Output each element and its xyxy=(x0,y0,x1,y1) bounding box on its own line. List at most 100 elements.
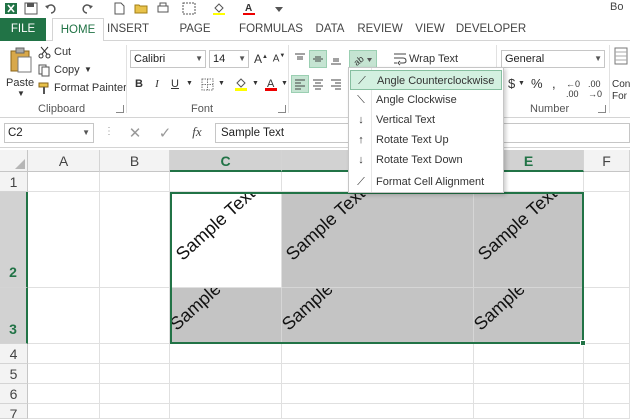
underline-dropdown-icon[interactable]: ▼ xyxy=(186,80,193,87)
cell[interactable] xyxy=(100,404,170,419)
tab-page-layout[interactable]: PAGE LAYOUT xyxy=(156,18,234,58)
cell-d3[interactable]: Sample Te xyxy=(282,288,474,344)
undo-icon[interactable] xyxy=(44,2,58,15)
font-color-icon[interactable]: A xyxy=(242,2,256,15)
tab-insert[interactable]: INSERT xyxy=(106,18,150,41)
cell[interactable] xyxy=(28,172,100,192)
cell[interactable] xyxy=(584,192,630,288)
clipboard-launcher-icon[interactable] xyxy=(116,105,124,113)
row-header-4[interactable]: 4 xyxy=(0,344,28,364)
cancel-entry-icon[interactable]: ✕ xyxy=(126,124,144,142)
borders-dropdown-icon[interactable]: ▼ xyxy=(218,80,225,87)
menu-item-vertical-text[interactable]: ↓ Vertical Text xyxy=(350,110,502,130)
cell[interactable] xyxy=(170,344,282,364)
fill-color-button[interactable] xyxy=(232,75,250,93)
tab-data[interactable]: DATA xyxy=(310,18,350,41)
cell[interactable] xyxy=(584,384,630,404)
row-header-7[interactable]: 7 xyxy=(0,404,28,419)
row-header-5[interactable]: 5 xyxy=(0,364,28,384)
cell[interactable] xyxy=(474,384,584,404)
paste-button[interactable]: Paste ▼ xyxy=(6,45,36,101)
confirm-entry-icon[interactable]: ✓ xyxy=(156,124,174,142)
cell[interactable] xyxy=(584,288,630,344)
cell[interactable] xyxy=(584,344,630,364)
cell-e2[interactable]: Sample Text xyxy=(474,192,584,288)
cell[interactable] xyxy=(28,192,100,288)
font-size-combo[interactable]: 14 ▼ xyxy=(209,50,249,68)
bold-button[interactable]: B xyxy=(130,75,148,93)
column-header-a[interactable]: A xyxy=(28,150,100,172)
percent-button[interactable]: % xyxy=(531,76,543,91)
name-box[interactable]: C2 ▼ xyxy=(4,123,94,143)
row-header-1[interactable]: 1 xyxy=(0,172,28,192)
font-name-combo[interactable]: Calibri ▼ xyxy=(130,50,206,68)
cell[interactable] xyxy=(100,364,170,384)
row-header-3[interactable]: 3 xyxy=(0,288,28,344)
fill-color-icon[interactable] xyxy=(212,2,226,15)
borders-icon[interactable] xyxy=(182,2,196,15)
menu-item-rotate-text-down[interactable]: ↓ Rotate Text Down xyxy=(350,150,502,170)
row-header-6[interactable]: 6 xyxy=(0,384,28,404)
insert-function-button[interactable]: fx xyxy=(186,124,208,142)
cell[interactable] xyxy=(28,404,100,419)
increase-font-size-button[interactable]: A▲ xyxy=(252,50,270,68)
number-launcher-icon[interactable] xyxy=(598,105,606,113)
conditional-formatting-button[interactable]: Con For xyxy=(612,45,630,101)
tab-view[interactable]: VIEW xyxy=(410,18,450,41)
cell[interactable] xyxy=(584,364,630,384)
tab-review[interactable]: REVIEW xyxy=(354,18,406,41)
cut-button[interactable]: Cut xyxy=(38,45,88,61)
increase-decimal-icon[interactable]: ←0.00 xyxy=(566,79,580,99)
cell[interactable] xyxy=(28,344,100,364)
cell[interactable] xyxy=(474,364,584,384)
cell[interactable] xyxy=(584,404,630,419)
wrap-text-button[interactable]: Wrap Text xyxy=(391,50,471,68)
cell[interactable] xyxy=(282,404,474,419)
number-format-combo[interactable]: General ▼ xyxy=(501,50,605,68)
new-file-icon[interactable] xyxy=(112,2,126,15)
copy-button[interactable]: Copy ▼ xyxy=(38,63,98,79)
align-right-button[interactable] xyxy=(327,75,345,93)
font-color-button[interactable]: A xyxy=(262,75,280,93)
cell[interactable] xyxy=(100,288,170,344)
currency-button[interactable]: $ xyxy=(508,76,515,91)
cell[interactable] xyxy=(100,192,170,288)
column-header-b[interactable]: B xyxy=(100,150,170,172)
tab-file[interactable]: FILE xyxy=(0,18,46,41)
align-center-button[interactable] xyxy=(309,75,327,93)
cell[interactable] xyxy=(100,384,170,404)
tab-developer[interactable]: DEVELOPER xyxy=(454,18,528,41)
cell-c3[interactable]: Sample Te xyxy=(170,288,282,344)
tab-formulas[interactable]: FORMULAS xyxy=(238,18,304,41)
save-icon[interactable] xyxy=(24,2,38,15)
cell[interactable] xyxy=(474,344,584,364)
format-painter-button[interactable]: Format Painter xyxy=(38,81,127,97)
cell[interactable] xyxy=(28,384,100,404)
cell[interactable] xyxy=(170,172,282,192)
decrease-font-size-button[interactable]: A▼ xyxy=(270,50,288,68)
cell[interactable] xyxy=(100,172,170,192)
cell[interactable] xyxy=(170,364,282,384)
fill-handle[interactable] xyxy=(580,340,586,346)
cell[interactable] xyxy=(170,404,282,419)
select-all-corner[interactable] xyxy=(0,150,28,172)
cell-e3[interactable]: Sample Te xyxy=(474,288,584,344)
menu-item-format-cell-alignment[interactable]: ⟋ Format Cell Alignment xyxy=(350,172,502,192)
underline-button[interactable]: U xyxy=(166,75,184,93)
font-color-dropdown-icon[interactable]: ▼ xyxy=(281,80,288,87)
middle-align-button[interactable] xyxy=(309,50,327,68)
bottom-align-button[interactable] xyxy=(327,50,345,68)
cell[interactable] xyxy=(282,344,474,364)
currency-dropdown-icon[interactable]: ▼ xyxy=(518,80,525,87)
customize-qat-icon[interactable] xyxy=(272,2,286,15)
row-header-2[interactable]: 2 xyxy=(0,192,28,288)
cell[interactable] xyxy=(100,344,170,364)
column-header-c[interactable]: C xyxy=(170,150,282,172)
decrease-decimal-icon[interactable]: .00 →0 xyxy=(588,79,602,99)
cell[interactable] xyxy=(282,364,474,384)
cell[interactable] xyxy=(474,404,584,419)
fill-color-dropdown-icon[interactable]: ▼ xyxy=(252,80,259,87)
menu-item-rotate-text-up[interactable]: ↑ Rotate Text Up xyxy=(350,130,502,150)
tab-home[interactable]: HOME xyxy=(52,18,104,42)
italic-button[interactable]: I xyxy=(148,75,166,93)
